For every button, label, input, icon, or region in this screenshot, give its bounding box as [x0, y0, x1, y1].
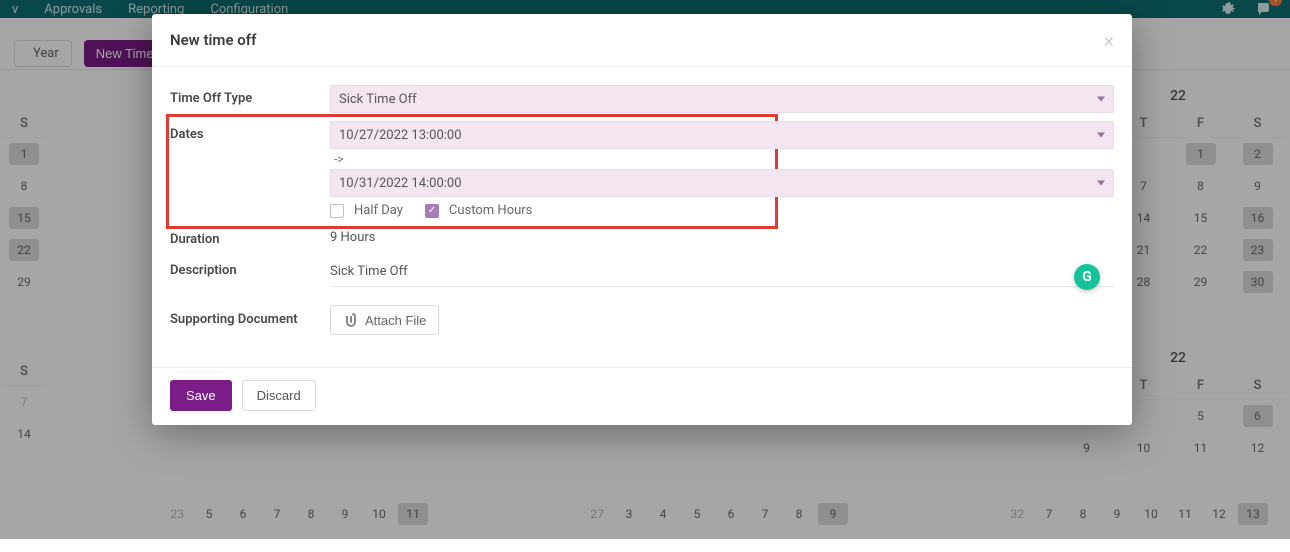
chevron-down-icon	[1097, 97, 1105, 102]
half-day-label: Half Day	[354, 203, 403, 218]
discard-button[interactable]: Discard	[242, 380, 316, 411]
label-supporting-document: Supporting Document	[170, 305, 330, 329]
date-from-input[interactable]: 10/27/2022 13:00:00	[330, 121, 1114, 149]
attach-file-label: Attach File	[365, 313, 426, 328]
new-time-off-dialog: New time off × Time Off Type Sick Time O…	[152, 14, 1132, 425]
date-from-value: 10/27/2022 13:00:00	[339, 128, 462, 143]
time-off-type-value: Sick Time Off	[339, 92, 417, 107]
dialog-title: New time off	[170, 31, 256, 49]
chevron-down-icon	[1097, 133, 1105, 138]
duration-value: 9 Hours	[330, 226, 1114, 249]
paperclip-icon	[343, 312, 359, 328]
grammarly-icon[interactable]: G	[1074, 264, 1100, 290]
half-day-checkbox[interactable]: Half Day	[330, 203, 403, 218]
attach-file-button[interactable]: Attach File	[330, 305, 439, 335]
description-input[interactable]: Sick Time Off G	[330, 257, 1114, 287]
label-time-off-type: Time Off Type	[170, 85, 330, 106]
label-dates: Dates	[170, 121, 330, 142]
save-button[interactable]: Save	[170, 380, 232, 411]
custom-hours-checkbox[interactable]: ✓ Custom Hours	[425, 203, 532, 218]
close-icon[interactable]: ×	[1104, 28, 1114, 52]
checkbox-checked-icon: ✓	[425, 204, 439, 218]
date-arrow: ->	[330, 149, 1114, 169]
checkbox-icon	[330, 204, 344, 218]
date-to-value: 10/31/2022 14:00:00	[339, 176, 462, 191]
label-description: Description	[170, 257, 330, 278]
time-off-type-select[interactable]: Sick Time Off	[330, 85, 1114, 113]
custom-hours-label: Custom Hours	[449, 203, 532, 218]
date-to-input[interactable]: 10/31/2022 14:00:00	[330, 169, 1114, 197]
label-duration: Duration	[170, 226, 330, 247]
chevron-down-icon	[1097, 181, 1105, 186]
description-value: Sick Time Off	[330, 264, 408, 279]
